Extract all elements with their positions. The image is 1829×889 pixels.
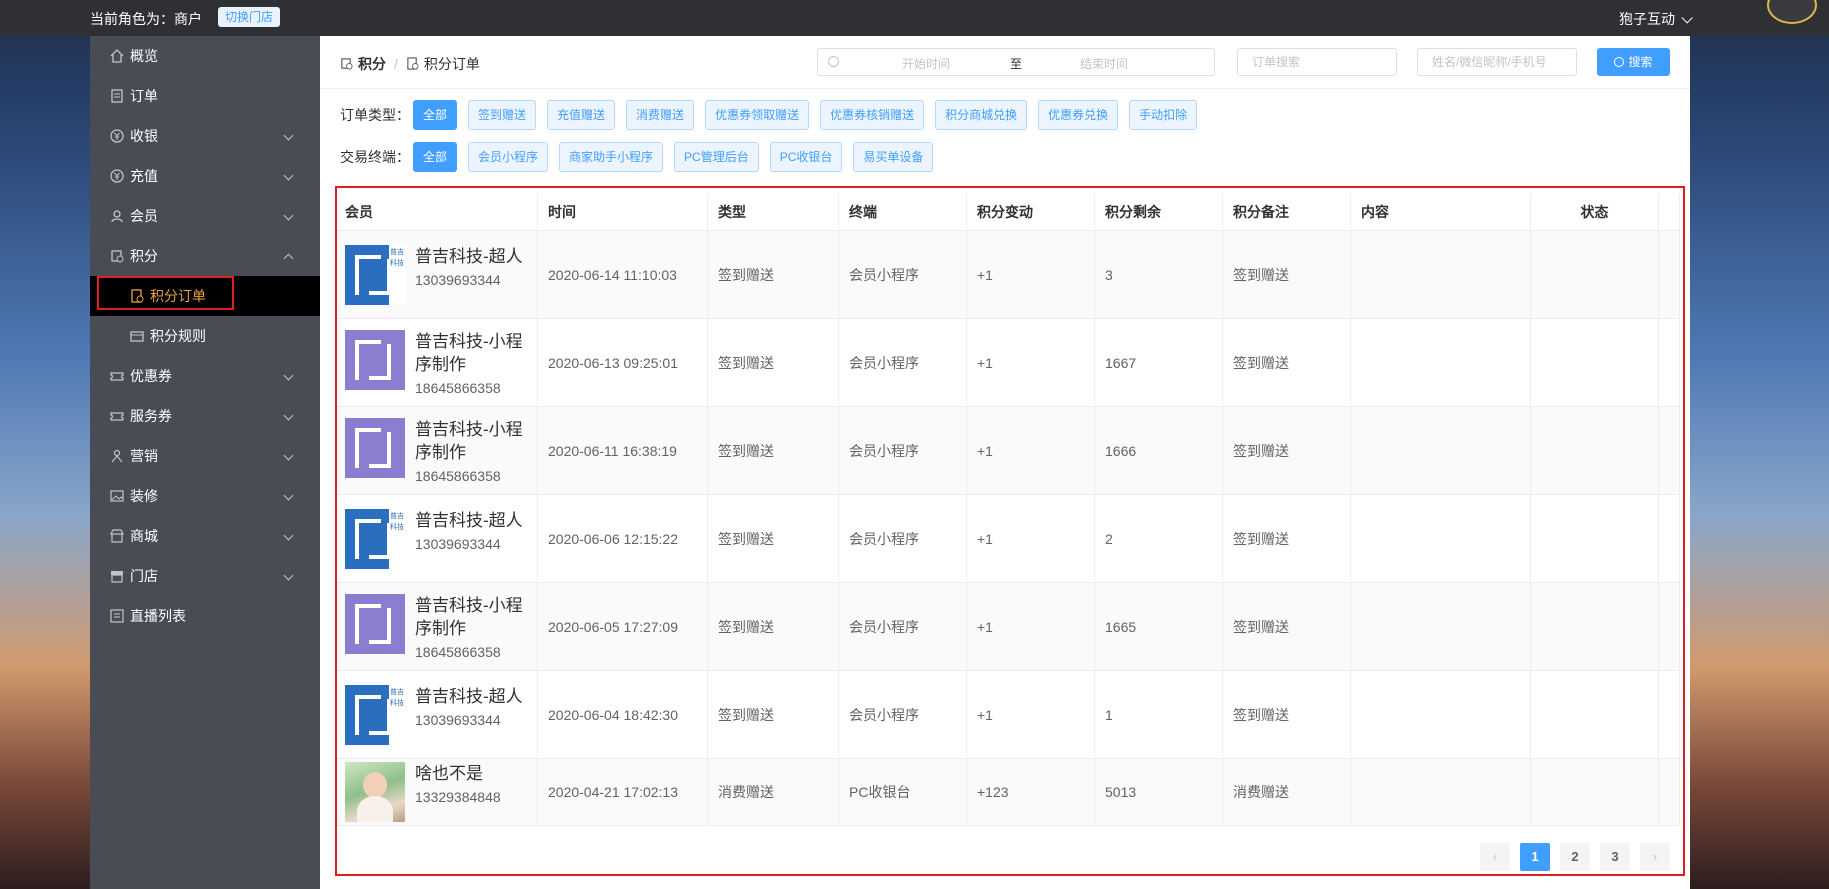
sidebar-item-marketing[interactable]: 营销 (90, 436, 320, 476)
breadcrumb-points[interactable]: 积分 (358, 56, 386, 72)
chevron-down-icon (283, 210, 294, 221)
terminal-all[interactable]: 全部 (413, 142, 458, 172)
ticket-icon (110, 398, 124, 421)
user-name: 狍子互动 (1619, 11, 1675, 27)
shop-icon (110, 518, 124, 543)
chevron-down-icon (283, 130, 294, 141)
chevron-down-icon (283, 170, 294, 181)
user-menu[interactable]: 狍子互动 (1619, 9, 1693, 29)
avatar[interactable] (1767, 0, 1817, 24)
switch-store-button[interactable]: 切换门店 (218, 7, 281, 27)
sidebar-item-cashier[interactable]: 收银 (90, 116, 320, 156)
order-type-recharge[interactable]: 充值赠送 (547, 100, 616, 130)
sidebar-item-orders[interactable]: 订单 (90, 76, 320, 116)
order-type-filter: 订单类型： 全部 签到赠送 充值赠送 消费赠送 优惠券领取赠送 优惠券核销赠送 … (340, 99, 1208, 131)
order-type-coupon-exchange[interactable]: 优惠券兑换 (1038, 100, 1119, 130)
ticket-icon (110, 358, 124, 381)
order-type-mall-exchange[interactable]: 积分商城兑换 (935, 100, 1028, 130)
breadcrumb-points-orders: 积分订单 (423, 56, 480, 72)
sidebar-item-decoration[interactable]: 装修 (90, 476, 320, 516)
order-type-coupon-claim[interactable]: 优惠券领取赠送 (705, 100, 810, 130)
order-type-label: 订单类型： (340, 107, 410, 123)
terminal-pc-cashier[interactable]: PC收银台 (769, 142, 843, 172)
points-order-icon (406, 56, 424, 72)
card-icon (130, 318, 144, 342)
highlight-box-table (335, 186, 1685, 876)
order-type-all[interactable]: 全部 (413, 100, 458, 130)
sidebar-item-points-rules[interactable]: 积分规则 (90, 316, 320, 356)
store-icon (110, 558, 124, 583)
list-icon (110, 598, 124, 623)
chevron-down-icon (283, 530, 294, 541)
sidebar: 概览 订单 收银 充值 会员 积分 积分订单 积分规则 优惠券 服务券 营销 装… (90, 36, 320, 889)
terminal-label: 交易终端： (340, 149, 410, 165)
top-bar: 当前角色为：商户 切换门店 狍子互动 (0, 0, 1829, 36)
order-type-manual-deduct[interactable]: 手动扣除 (1129, 100, 1198, 130)
search-button[interactable]: 搜索 (1597, 48, 1670, 76)
chevron-down-icon (283, 410, 294, 421)
chevron-down-icon (283, 570, 294, 581)
marketing-icon (110, 438, 124, 463)
sidebar-item-overview[interactable]: 概览 (90, 36, 320, 76)
sidebar-item-mall[interactable]: 商城 (90, 516, 320, 556)
chevron-down-icon (283, 370, 294, 381)
terminal-pc-admin[interactable]: PC管理后台 (674, 142, 759, 172)
highlight-box-sidebar (97, 276, 234, 310)
terminal-easy-pay-device[interactable]: 易买单设备 (853, 142, 934, 172)
image-icon (110, 478, 124, 502)
chevron-down-icon (1681, 12, 1693, 24)
sidebar-item-stores[interactable]: 门店 (90, 556, 320, 596)
order-type-consume[interactable]: 消费赠送 (626, 100, 695, 130)
member-search-input[interactable] (1417, 48, 1577, 76)
order-type-coupon-redeem[interactable]: 优惠券核销赠送 (820, 100, 925, 130)
date-range-picker[interactable]: 开始时间 至 结束时间 (817, 48, 1215, 76)
end-time-placeholder[interactable]: 结束时间 (1080, 55, 1128, 72)
role-text: 当前角色为：商户 (90, 11, 202, 27)
order-search-input[interactable] (1237, 48, 1397, 76)
chevron-down-icon (283, 450, 294, 461)
content-header: 积分 / 积分订单 开始时间 至 结束时间 搜索 (320, 36, 1690, 89)
terminal-member-miniapp[interactable]: 会员小程序 (468, 142, 549, 172)
order-type-checkin[interactable]: 签到赠送 (468, 100, 537, 130)
sidebar-item-coupons[interactable]: 优惠券 (90, 356, 320, 396)
coins-icon (110, 238, 124, 263)
sidebar-item-service-coupons[interactable]: 服务券 (90, 396, 320, 436)
chevron-down-icon (283, 490, 294, 501)
terminal-merchant-miniapp[interactable]: 商家助手小程序 (559, 142, 664, 172)
yen-icon (110, 158, 124, 183)
sidebar-item-members[interactable]: 会员 (90, 196, 320, 236)
yen-icon (110, 118, 124, 143)
terminal-filter: 交易终端： 全部 会员小程序 商家助手小程序 PC管理后台 PC收银台 易买单设… (340, 141, 944, 173)
clock-icon (828, 56, 839, 67)
search-icon (1614, 57, 1625, 67)
chevron-up-icon (283, 253, 294, 264)
range-separator: 至 (1010, 57, 1023, 71)
breadcrumb: 积分 / 积分订单 (340, 54, 480, 74)
home-icon (110, 38, 124, 63)
coins-icon (340, 56, 358, 72)
sidebar-item-live-list[interactable]: 直播列表 (90, 596, 320, 636)
member-icon (110, 198, 124, 223)
sidebar-item-recharge[interactable]: 充值 (90, 156, 320, 196)
document-icon (110, 78, 124, 103)
sidebar-item-points[interactable]: 积分 (90, 236, 320, 276)
start-time-placeholder[interactable]: 开始时间 (902, 55, 950, 72)
breadcrumb-separator: / (394, 56, 398, 72)
